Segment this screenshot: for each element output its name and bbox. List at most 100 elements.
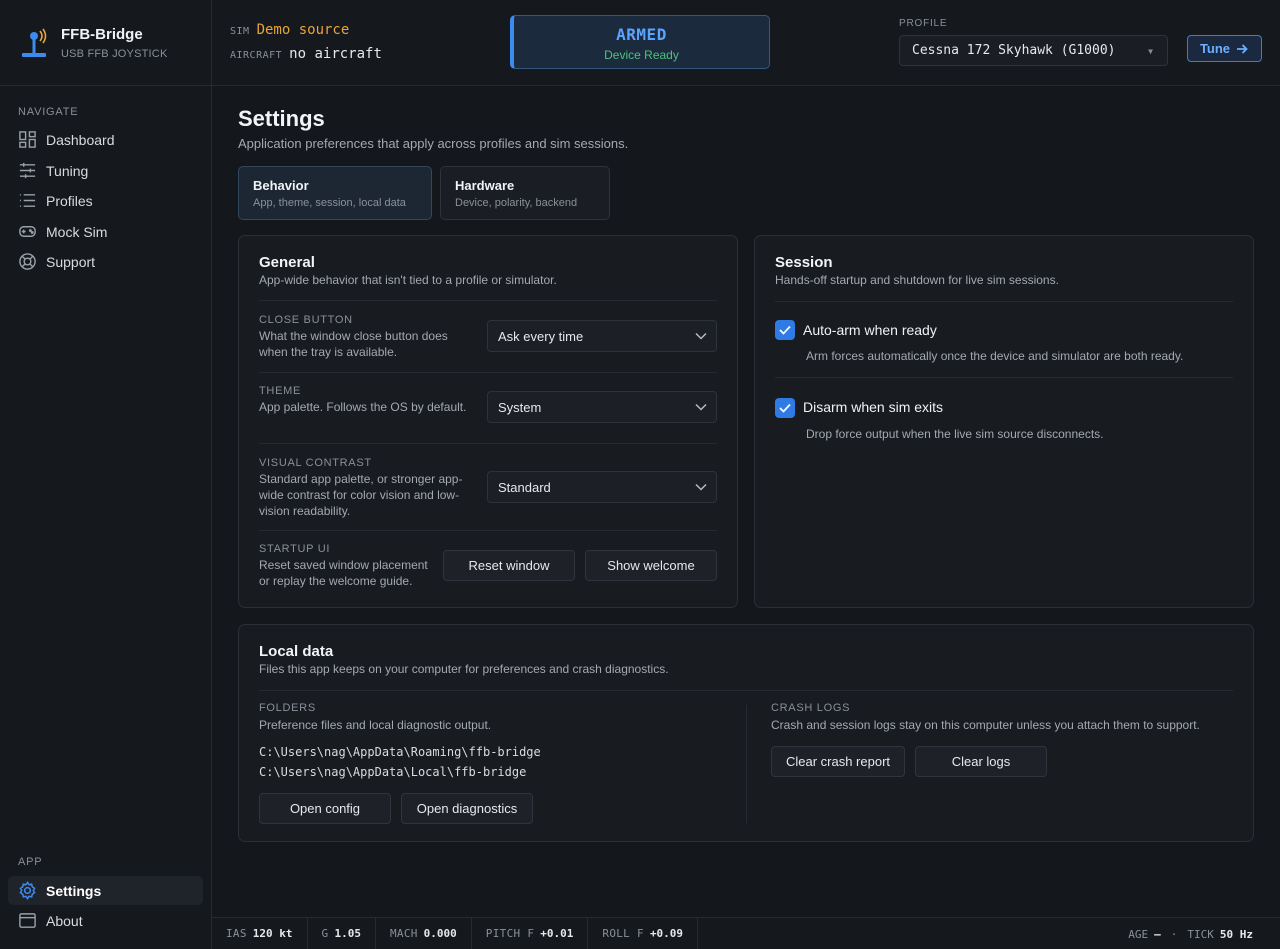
divider [259, 690, 1233, 691]
divider [775, 301, 1233, 302]
open-diagnostics-button[interactable]: Open diagnostics [401, 793, 533, 824]
status-key: G [321, 927, 329, 940]
sidebar-item-about[interactable]: About [8, 906, 203, 935]
profile-select[interactable]: Cessna 172 Skyhawk (G1000) ▼ [899, 35, 1168, 66]
status-pitch: PITCH F +0.01 [472, 917, 589, 949]
card-title: Session [775, 254, 833, 271]
status-value: 50 Hz [1219, 927, 1253, 941]
status-value: 120 kt [252, 927, 293, 940]
dashboard-icon [19, 131, 36, 148]
sidebar-item-dashboard[interactable]: Dashboard [8, 125, 203, 154]
divider [259, 443, 717, 444]
status-bar: IAS 120 kt G 1.05 MACH 0.000 PITCH F +0.01 R… [212, 917, 1280, 949]
status-key: TICK [1187, 927, 1214, 941]
brand-subtitle: USB FFB JOYSTICK [61, 47, 168, 60]
close-button-key: CLOSE BUTTON [259, 314, 353, 326]
lifebuoy-icon [19, 253, 36, 270]
status-key: ROLL F [602, 927, 644, 940]
theme-select[interactable]: System [487, 391, 717, 423]
folders-key: FOLDERS [259, 702, 316, 714]
theme-desc: App palette. Follows the OS by default. [259, 400, 467, 414]
tab-subtitle: Device, polarity, backend [455, 197, 578, 209]
page-title: Settings [238, 106, 325, 131]
sim-value: Demo source [256, 22, 350, 38]
contrast-desc: Standard app palette, or stronger app-wi… [259, 472, 463, 518]
status-key: AGE [1128, 927, 1149, 941]
card-subtitle: App-wide behavior that isn't tied to a p… [259, 273, 557, 287]
column-divider [746, 705, 747, 823]
divider [259, 530, 717, 531]
crash-logs-key: CRASH LOGS [771, 702, 851, 714]
sidebar: FFB-Bridge USB FFB JOYSTICK NAVIGATE Das… [0, 0, 212, 949]
status-value: — [1154, 927, 1161, 941]
contrast-key: VISUAL CONTRAST [259, 457, 372, 469]
sidebar-item-tuning[interactable]: Tuning [8, 156, 203, 185]
aircraft-value: no aircraft [289, 46, 382, 62]
tab-behavior[interactable]: Behavior App, theme, session, local data [238, 166, 432, 220]
list-icon [19, 194, 36, 207]
clear-logs-button[interactable]: Clear logs [915, 746, 1047, 777]
gamepad-icon [19, 226, 36, 237]
tune-button[interactable]: Tune [1187, 35, 1262, 62]
joystick-logo-icon [22, 28, 47, 57]
auto-arm-desc: Arm forces automatically once the device… [806, 349, 1184, 363]
tab-subtitle: App, theme, session, local data [253, 197, 406, 209]
folders-desc: Preference files and local diagnostic ou… [259, 718, 492, 732]
auto-arm-label[interactable]: Auto-arm when ready [803, 322, 937, 338]
reset-window-button[interactable]: Reset window [443, 550, 575, 581]
chevron-down-icon [695, 403, 707, 411]
session-card: Session Hands-off startup and shutdown f… [754, 235, 1254, 608]
status-roll: ROLL F +0.09 [588, 917, 699, 949]
select-value: Standard [498, 479, 551, 495]
window-icon [19, 913, 36, 928]
general-card: General App-wide behavior that isn't tie… [238, 235, 738, 608]
sim-row: SIM Demo source [230, 22, 349, 38]
startup-desc: Reset saved window placement or replay t… [259, 558, 428, 588]
sidebar-item-label: Dashboard [46, 131, 115, 148]
sidebar-item-label: Settings [46, 882, 102, 899]
armed-status-title: ARMED [616, 25, 667, 44]
status-key: PITCH F [485, 927, 535, 940]
select-value: Ask every time [498, 328, 584, 344]
auto-arm-checkbox[interactable] [775, 320, 795, 340]
status-value: 0.000 [423, 927, 457, 940]
status-value: 1.05 [334, 927, 361, 940]
status-key: IAS [226, 927, 247, 940]
sidebar-item-label: About [46, 912, 83, 929]
profile-label: PROFILE [899, 18, 948, 29]
sidebar-item-label: Profiles [46, 192, 93, 209]
caret-down-icon: ▼ [1148, 47, 1153, 56]
card-subtitle: Hands-off startup and shutdown for live … [775, 273, 1059, 287]
tab-hardware[interactable]: Hardware Device, polarity, backend [440, 166, 610, 220]
sidebar-item-support[interactable]: Support [8, 247, 203, 276]
close-button-desc: What the window close button does when t… [259, 329, 448, 359]
sidebar-item-label: Support [46, 253, 96, 270]
status-value: +0.09 [649, 927, 684, 940]
crash-logs-desc: Crash and session logs stay on this comp… [771, 718, 1200, 732]
tune-button-label: Tune [1199, 41, 1231, 56]
disarm-checkbox[interactable] [775, 398, 795, 418]
card-title: General [259, 254, 315, 271]
show-welcome-button[interactable]: Show welcome [585, 550, 717, 581]
chevron-down-icon [695, 483, 707, 491]
disarm-label[interactable]: Disarm when sim exits [803, 399, 943, 415]
sliders-icon [19, 162, 36, 179]
checkmark-icon [779, 325, 791, 335]
divider [259, 300, 717, 301]
sim-key: SIM [230, 26, 250, 37]
sidebar-item-profiles[interactable]: Profiles [8, 186, 203, 215]
gear-icon [19, 881, 36, 900]
diagnostics-path: C:\Users\nag\AppData\Local\ffb-bridge [259, 765, 527, 779]
local-data-card: Local data Files this app keeps on your … [238, 624, 1254, 842]
close-button-select[interactable]: Ask every time [487, 320, 717, 352]
brand-name: FFB-Bridge [61, 25, 143, 43]
clear-crash-report-button[interactable]: Clear crash report [771, 746, 905, 777]
sidebar-item-settings[interactable]: Settings [8, 876, 203, 905]
sidebar-item-mock-sim[interactable]: Mock Sim [8, 217, 203, 246]
config-path: C:\Users\nag\AppData\Roaming\ffb-bridge [259, 745, 541, 759]
nav-section-label: NAVIGATE [18, 106, 79, 118]
open-config-button[interactable]: Open config [259, 793, 391, 824]
sidebar-item-label: Tuning [46, 162, 89, 179]
armed-status-panel: ARMED Device Ready [510, 15, 770, 69]
contrast-select[interactable]: Standard [487, 471, 717, 503]
